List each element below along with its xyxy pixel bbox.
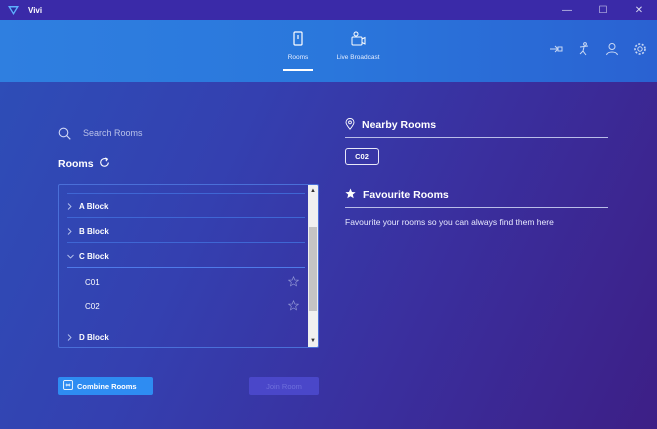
nearby-room-chip[interactable]: C02 bbox=[345, 148, 379, 165]
combine-icon bbox=[63, 380, 73, 392]
room-list[interactable]: A Block B Block C Block C01 C02 D Block … bbox=[58, 184, 319, 348]
active-tab-indicator bbox=[283, 69, 313, 71]
block-item-d[interactable]: D Block bbox=[67, 326, 305, 347]
favourite-rooms-heading: Favourite Rooms bbox=[345, 186, 608, 204]
room-label: C02 bbox=[85, 301, 100, 311]
window-title: Vivi bbox=[28, 5, 43, 15]
tab-rooms[interactable]: Rooms bbox=[282, 30, 314, 78]
search-bar bbox=[58, 124, 298, 142]
block-label: C Block bbox=[79, 252, 109, 261]
room-list-scrollbar[interactable]: ▲ ▼ bbox=[308, 185, 318, 347]
combine-rooms-button[interactable]: Combine Rooms bbox=[58, 377, 153, 395]
app-window: Vivi — ☐ ✕ Rooms Live Broadcast Search R… bbox=[0, 0, 657, 429]
scroll-thumb[interactable] bbox=[309, 227, 317, 311]
search-input[interactable] bbox=[83, 128, 283, 138]
minimize-button[interactable]: — bbox=[549, 0, 585, 20]
tab-rooms-label: Rooms bbox=[287, 54, 309, 61]
favourite-rooms-label: Favourite Rooms bbox=[363, 189, 449, 201]
star-outline-icon[interactable] bbox=[287, 275, 300, 289]
door-icon bbox=[292, 30, 304, 48]
divider bbox=[345, 137, 608, 138]
favourites-empty-message: Favourite your rooms so you can always f… bbox=[345, 217, 554, 227]
room-label: C01 bbox=[85, 277, 100, 287]
star-outline-icon[interactable] bbox=[287, 299, 300, 313]
user-icon[interactable] bbox=[605, 42, 619, 56]
broadcast-icon bbox=[350, 30, 366, 48]
rooms-heading: Rooms bbox=[58, 157, 110, 171]
location-pin-icon bbox=[345, 117, 355, 133]
chevron-right-icon bbox=[67, 203, 77, 210]
join-room-label: Join Room bbox=[266, 381, 302, 391]
block-label: B Block bbox=[79, 227, 109, 236]
search-icon bbox=[58, 127, 71, 140]
tab-live-broadcast[interactable]: Live Broadcast bbox=[330, 30, 386, 78]
accessibility-icon[interactable] bbox=[577, 42, 591, 56]
refresh-icon[interactable] bbox=[99, 157, 110, 171]
top-nav-bar: Rooms Live Broadcast bbox=[0, 20, 657, 82]
scroll-down-arrow-icon[interactable]: ▼ bbox=[308, 336, 318, 346]
chevron-right-icon bbox=[67, 228, 77, 235]
join-room-button[interactable]: Join Room bbox=[249, 377, 319, 395]
chevron-right-icon bbox=[67, 333, 77, 341]
tab-live-broadcast-label: Live Broadcast bbox=[336, 54, 380, 61]
cast-icon[interactable] bbox=[549, 42, 563, 56]
close-button[interactable]: ✕ bbox=[621, 0, 657, 20]
nearby-rooms-heading: Nearby Rooms bbox=[345, 116, 608, 134]
combine-rooms-label: Combine Rooms bbox=[77, 381, 137, 391]
scroll-up-arrow-icon[interactable]: ▲ bbox=[308, 186, 318, 196]
title-bar: Vivi — ☐ ✕ bbox=[0, 0, 657, 20]
block-label: A Block bbox=[79, 202, 109, 211]
block-label: D Block bbox=[79, 332, 109, 342]
gear-icon[interactable] bbox=[633, 42, 647, 56]
chevron-down-icon bbox=[67, 254, 77, 259]
rooms-heading-label: Rooms bbox=[58, 158, 94, 170]
nav-actions bbox=[549, 42, 647, 56]
block-item-b[interactable]: B Block bbox=[67, 221, 305, 243]
nearby-rooms-label: Nearby Rooms bbox=[362, 119, 437, 131]
block-item-c[interactable]: C Block bbox=[67, 246, 305, 268]
room-item-c01[interactable]: C01 bbox=[67, 271, 305, 293]
star-filled-icon bbox=[345, 188, 356, 202]
divider bbox=[67, 193, 305, 194]
window-controls: — ☐ ✕ bbox=[549, 0, 657, 20]
divider bbox=[345, 207, 608, 208]
maximize-button[interactable]: ☐ bbox=[585, 0, 621, 20]
block-item-a[interactable]: A Block bbox=[67, 196, 305, 218]
room-item-c02[interactable]: C02 bbox=[67, 295, 305, 317]
vivi-logo-icon bbox=[6, 3, 20, 17]
